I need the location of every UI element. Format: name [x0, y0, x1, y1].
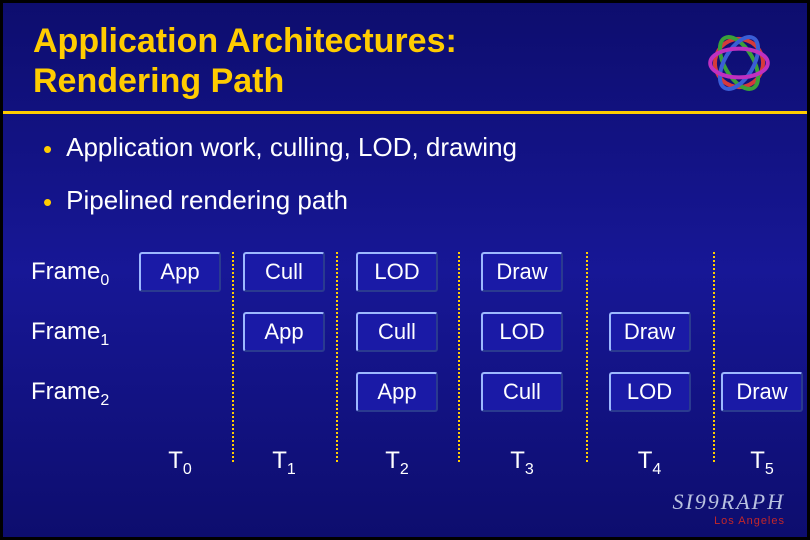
- row-label: Frame2: [31, 378, 109, 410]
- stage-box: Cull: [243, 252, 325, 292]
- bullet-dot-icon: •: [43, 189, 52, 215]
- stage-box: Draw: [721, 372, 803, 412]
- pipeline-row: Frame0 App Cull LOD Draw: [23, 252, 787, 294]
- time-label: T4: [638, 447, 662, 479]
- bullet-list: • Application work, culling, LOD, drawin…: [3, 114, 807, 248]
- title-line-2: Rendering Path: [33, 62, 284, 100]
- time-label: T2: [385, 447, 409, 479]
- stage-box: App: [139, 252, 221, 292]
- stage-box: LOD: [481, 312, 563, 352]
- slide-title: Application Architectures: Rendering Pat…: [3, 3, 807, 111]
- bullet-dot-icon: •: [43, 136, 52, 162]
- row-label: Frame1: [31, 318, 109, 350]
- time-label: T5: [750, 447, 774, 479]
- stage-box: LOD: [609, 372, 691, 412]
- time-label: T1: [272, 447, 296, 479]
- bullet-text: Pipelined rendering path: [66, 185, 348, 216]
- footer-siggraph-text: SI99RAPH: [672, 489, 785, 515]
- row-label: Frame0: [31, 258, 109, 290]
- stage-box: Cull: [356, 312, 438, 352]
- pipeline-diagram: Frame0 App Cull LOD Draw Frame1 App Cull LOD Draw…: [23, 252, 787, 492]
- footer: SI99RAPH Los Angeles: [672, 489, 785, 527]
- footer-location: Los Angeles: [672, 515, 785, 527]
- stage-box: Draw: [609, 312, 691, 352]
- stage-box: Cull: [481, 372, 563, 412]
- bullet-item: • Application work, culling, LOD, drawin…: [43, 132, 767, 163]
- pipeline-row: Frame1 App Cull LOD Draw: [23, 312, 787, 354]
- pipeline-row: Frame2AppCullLODDraw: [23, 372, 787, 414]
- siggraph-logo: [697, 23, 781, 103]
- stage-box: LOD: [356, 252, 438, 292]
- slide: Application Architectures: Rendering Pat…: [0, 0, 810, 540]
- stage-box: App: [356, 372, 438, 412]
- stage-box: Draw: [481, 252, 563, 292]
- bullet-text: Application work, culling, LOD, drawing: [66, 132, 517, 163]
- bullet-item: • Pipelined rendering path: [43, 185, 767, 216]
- stage-box: App: [243, 312, 325, 352]
- title-line-1: Application Architectures:: [33, 22, 457, 60]
- time-label: T0: [168, 447, 192, 479]
- time-label: T3: [510, 447, 534, 479]
